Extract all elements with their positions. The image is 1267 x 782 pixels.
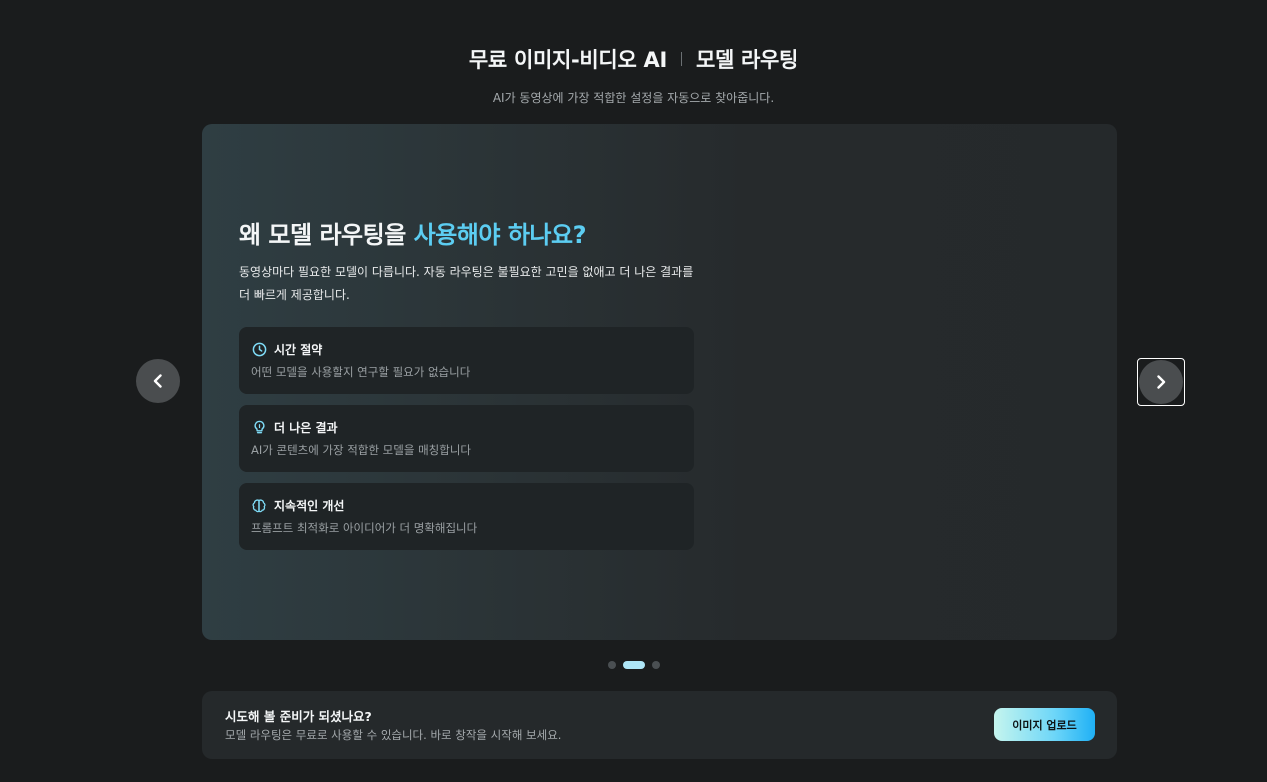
feature-description: AI가 콘텐츠에 가장 적합한 모델을 매칭합니다 [251, 443, 471, 457]
title-divider [680, 52, 682, 66]
brain-icon [251, 498, 267, 514]
slide-content: 왜 모델 라우팅을 사용해야 하나요? 동영상마다 필요한 모델이 다릅니다. … [239, 219, 699, 550]
feature-list: 시간 절약 어떤 모델을 사용할지 연구할 필요가 없습니다 더 나은 결과 A… [239, 327, 699, 550]
cta-banner: 시도해 볼 준비가 되셨나요? 모델 라우팅은 무료로 사용할 수 있습니다. … [202, 691, 1117, 759]
slide-heading-end: 하나요? [499, 221, 587, 249]
lightbulb-icon [251, 420, 267, 436]
page-subtitle: AI가 동영상에 가장 적합한 설정을 자동으로 찾아줍니다. [492, 91, 775, 105]
slide-heading-highlight: 사용해야 [413, 221, 501, 249]
feature-card-results: 더 나은 결과 AI가 콘텐츠에 가장 적합한 모델을 매칭합니다 [239, 405, 694, 472]
cta-title: 시도해 볼 준비가 되셨나요? [225, 709, 372, 724]
feature-title: 시간 절약 [274, 343, 323, 357]
upload-image-button[interactable]: 이미지 업로드 [994, 708, 1095, 741]
feature-title: 더 나은 결과 [274, 421, 338, 435]
header: 무료 이미지-비디오 AI 모델 라우팅 AI가 동영상에 가장 적합한 설정을… [0, 44, 1267, 106]
cta-description: 모델 라우팅은 무료로 사용할 수 있습니다. 바로 창작을 시작해 보세요. [225, 728, 562, 742]
clock-icon [251, 342, 267, 358]
carousel-pagination [0, 661, 1267, 669]
carousel-dot-2-active[interactable] [622, 661, 645, 669]
carousel-next-focus-ring [1137, 358, 1185, 406]
feature-title: 지속적인 개선 [274, 499, 345, 513]
carousel-prev-button[interactable] [136, 359, 180, 403]
carousel-dot-1[interactable] [607, 661, 616, 669]
feature-card-improvement: 지속적인 개선 프롬프트 최적화로 아이디어가 더 명확해집니다 [239, 483, 694, 550]
feature-description: 프롬프트 최적화로 아이디어가 더 명확해집니다 [251, 521, 478, 535]
slide-description: 동영상마다 필요한 모델이 다릅니다. 자동 라우팅은 불필요한 고민을 없애고… [239, 265, 694, 302]
chevron-right-icon [1157, 375, 1166, 389]
feature-card-time: 시간 절약 어떤 모델을 사용할지 연구할 필요가 없습니다 [239, 327, 694, 394]
page-title: 무료 이미지-비디오 AI 모델 라우팅 [0, 44, 1267, 74]
page-title-left: 무료 이미지-비디오 AI [468, 48, 667, 72]
feature-description: 어떤 모델을 사용할지 연구할 필요가 없습니다 [251, 365, 471, 379]
chevron-left-icon [153, 374, 162, 388]
carousel-slide: 왜 모델 라우팅을 사용해야 하나요? 동영상마다 필요한 모델이 다릅니다. … [202, 124, 1117, 640]
page-title-right: 모델 라우팅 [695, 48, 799, 72]
slide-heading-start: 왜 모델 라우팅을 [239, 221, 414, 249]
page: 무료 이미지-비디오 AI 모델 라우팅 AI가 동영상에 가장 적합한 설정을… [0, 0, 1267, 782]
carousel-dot-3[interactable] [651, 661, 660, 669]
slide-heading: 왜 모델 라우팅을 사용해야 하나요? [239, 219, 699, 251]
carousel-next-button[interactable] [1139, 360, 1183, 404]
